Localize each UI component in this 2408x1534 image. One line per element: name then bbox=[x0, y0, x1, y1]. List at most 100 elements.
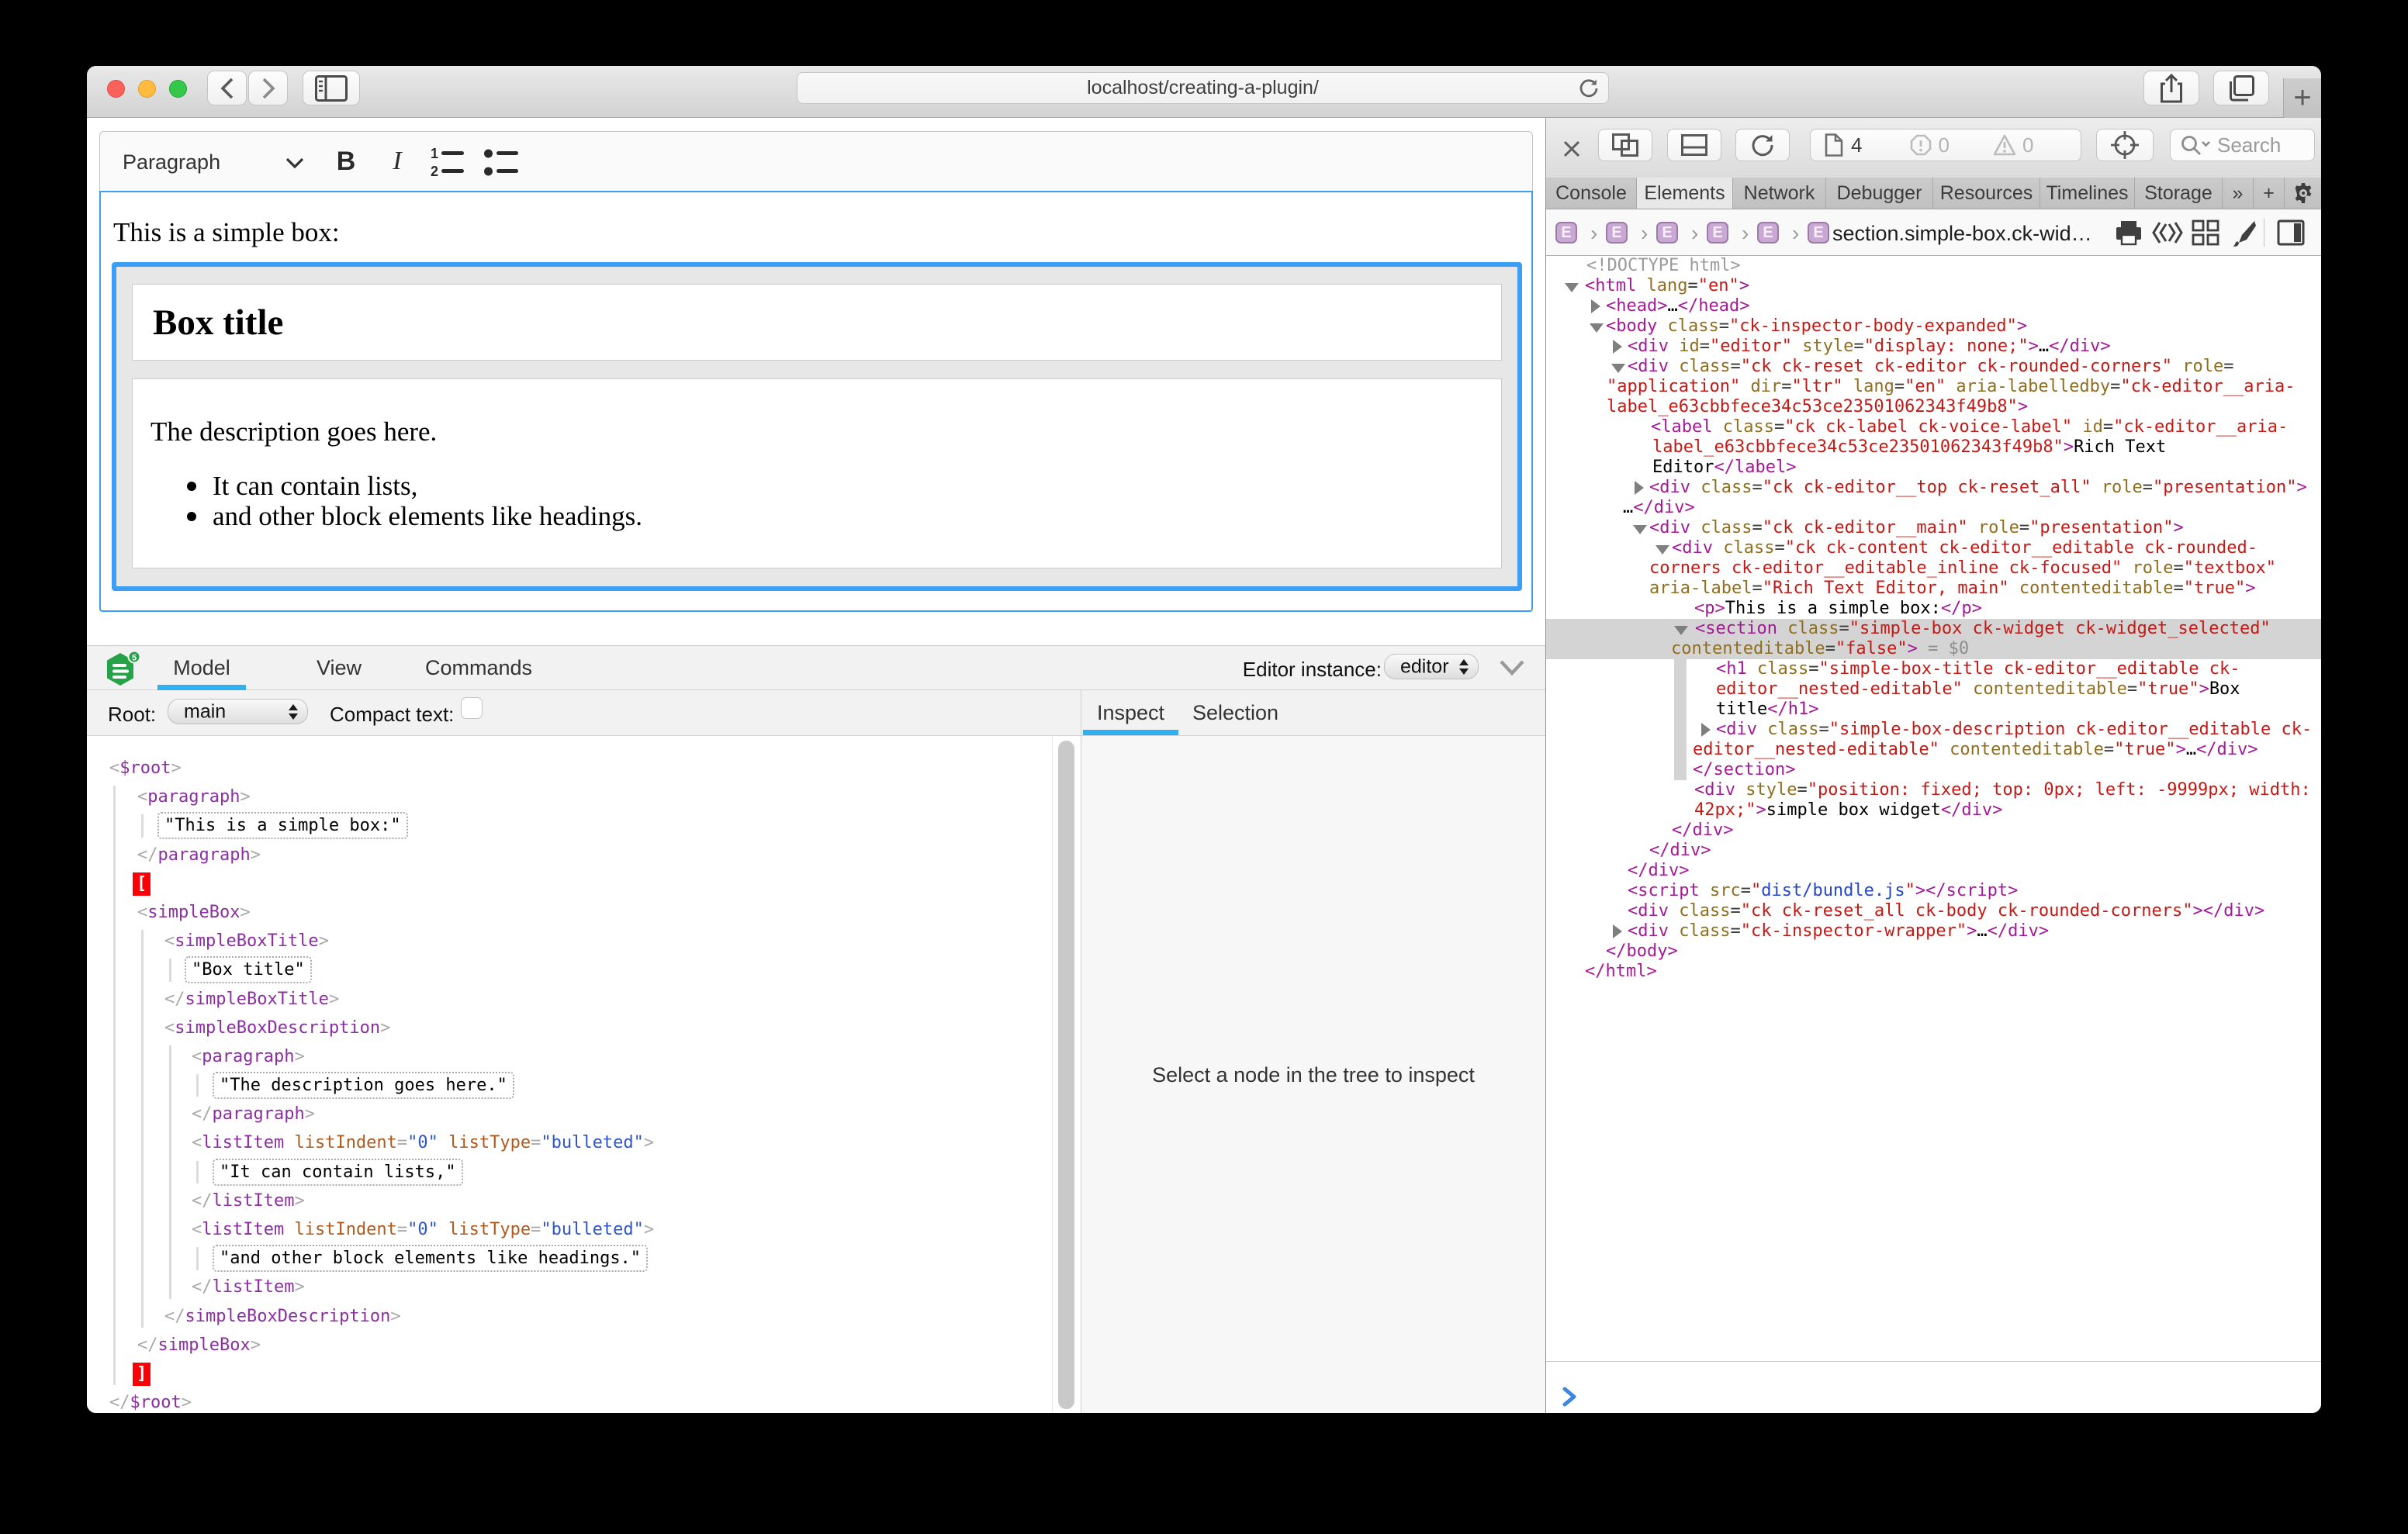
code-line[interactable]: "The description goes here." bbox=[87, 1071, 1052, 1100]
dom-tree[interactable]: <!DOCTYPE html><html lang="en"><head>…</… bbox=[1546, 256, 2321, 1361]
paintbrush-icon[interactable] bbox=[2231, 219, 2258, 247]
code-line[interactable]: <body class="ck-inspector-body-expanded"… bbox=[1546, 316, 2321, 337]
model-tree-scrollbar[interactable] bbox=[1052, 736, 1080, 1413]
inspector-reload-button[interactable] bbox=[1735, 129, 1790, 161]
code-line[interactable]: <div class="ck-inspector-wrapper">…</div… bbox=[1546, 921, 2321, 941]
simple-box-description[interactable]: The description goes here. It can contai… bbox=[132, 378, 1502, 568]
source-code-icon[interactable] bbox=[2152, 219, 2183, 246]
code-line[interactable]: <div class="ck ck-editor__top ck-reset_a… bbox=[1546, 478, 2321, 498]
console-prompt[interactable] bbox=[1546, 1361, 2321, 1413]
triangle-down-icon[interactable] bbox=[1656, 545, 1669, 555]
code-line[interactable]: </listItem> bbox=[87, 1187, 1052, 1215]
print-icon[interactable] bbox=[2115, 219, 2143, 246]
breadcrumb-element-badge[interactable]: E bbox=[1555, 222, 1577, 244]
code-line[interactable]: <p>This is a simple box:</p> bbox=[1546, 599, 2321, 619]
code-line[interactable]: <listItem listIndent="0" listType="bulle… bbox=[87, 1128, 1052, 1157]
code-line[interactable]: <h1 class="simple-box-title ck-editor__e… bbox=[1546, 659, 2321, 679]
inspector-search-field[interactable]: Search bbox=[2170, 129, 2315, 161]
code-line[interactable]: <head>…</head> bbox=[1546, 296, 2321, 316]
triangle-right-icon[interactable] bbox=[1613, 924, 1622, 938]
triangle-down-icon[interactable] bbox=[1633, 525, 1647, 534]
code-line[interactable]: …</div> bbox=[1546, 498, 2321, 518]
forward-button[interactable] bbox=[248, 71, 288, 105]
tab-overview-button[interactable] bbox=[2213, 71, 2269, 105]
breadcrumb-element-badge[interactable]: E bbox=[1707, 222, 1728, 244]
code-line[interactable]: "It can contain lists," bbox=[87, 1158, 1052, 1187]
undock-button[interactable] bbox=[1598, 129, 1652, 161]
collapse-inspector-button[interactable] bbox=[1499, 659, 1525, 676]
breadcrumb-element-badge[interactable]: E bbox=[1757, 222, 1779, 244]
triangle-right-icon[interactable] bbox=[1591, 299, 1600, 313]
code-line[interactable]: label_e63cbbfece34c53ce23501062343f49b8"… bbox=[1546, 437, 2321, 458]
editor-content[interactable]: This is a simple box: Box title The desc… bbox=[99, 191, 1533, 612]
code-line[interactable]: <script src="dist/bundle.js"></script> bbox=[1546, 881, 2321, 901]
code-line[interactable]: <div id="editor" style="display: none;">… bbox=[1546, 337, 2321, 357]
reload-button[interactable] bbox=[1577, 77, 1600, 104]
close-inspector-icon[interactable] bbox=[1562, 139, 1582, 159]
new-tab-button[interactable]: + bbox=[2283, 78, 2321, 118]
tab-selection[interactable]: Selection bbox=[1190, 690, 1281, 735]
url-field[interactable]: localhost/creating-a-plugin/ bbox=[797, 72, 1609, 104]
code-line[interactable]: </listItem> bbox=[87, 1273, 1052, 1301]
paragraph-dropdown[interactable]: Paragraph bbox=[123, 150, 220, 174]
code-line[interactable]: <simpleBox> bbox=[87, 898, 1052, 927]
model-tree[interactable]: <$root><paragraph>"This is a simple box:… bbox=[87, 736, 1052, 1413]
inspector-tab-timelines[interactable]: Timelines bbox=[2040, 178, 2135, 209]
code-line[interactable]: editor__nested-editable" contenteditable… bbox=[1546, 679, 2321, 700]
breadcrumb-element-badge[interactable]: E bbox=[1808, 222, 1829, 244]
code-line[interactable]: contenteditable="false"> = $0 bbox=[1546, 639, 2321, 659]
code-line[interactable]: aria-label="Rich Text Editor, main" cont… bbox=[1546, 579, 2321, 599]
editor-instance-select[interactable]: editor bbox=[1384, 654, 1479, 679]
code-line[interactable]: <simpleBoxTitle> bbox=[87, 927, 1052, 955]
back-button[interactable] bbox=[207, 71, 247, 105]
code-line[interactable]: <div class="simple-box-description ck-ed… bbox=[1546, 720, 2321, 740]
compact-text-checkbox[interactable] bbox=[461, 697, 483, 719]
close-window-button[interactable] bbox=[107, 80, 125, 98]
code-line[interactable]: </div> bbox=[1546, 841, 2321, 861]
bold-button[interactable]: B bbox=[325, 140, 367, 182]
details-sidebar-icon[interactable] bbox=[2277, 219, 2305, 246]
italic-button[interactable]: I bbox=[376, 140, 418, 182]
code-line[interactable]: <$root> bbox=[87, 754, 1052, 783]
triangle-down-icon[interactable] bbox=[1611, 364, 1625, 373]
code-line[interactable]: </$root> bbox=[87, 1388, 1052, 1413]
code-line[interactable]: corners ck-editor__editable_inline ck-fo… bbox=[1546, 558, 2321, 579]
code-line[interactable]: Editor</label> bbox=[1546, 458, 2321, 478]
resource-counters[interactable]: 4 0 0 bbox=[1810, 129, 2081, 161]
code-line[interactable]: "and other block elements like headings.… bbox=[87, 1244, 1052, 1273]
sidebar-toggle-button[interactable] bbox=[303, 71, 360, 105]
tab-inspect[interactable]: Inspect bbox=[1083, 690, 1178, 735]
triangle-right-icon[interactable] bbox=[1701, 723, 1711, 737]
simple-box-title[interactable]: Box title bbox=[132, 284, 1502, 361]
code-line[interactable]: <paragraph> bbox=[87, 1042, 1052, 1071]
triangle-down-icon[interactable] bbox=[1674, 626, 1688, 635]
triangle-right-icon[interactable] bbox=[1635, 481, 1644, 495]
code-line[interactable]: ] bbox=[87, 1360, 1052, 1388]
grid-overlay-icon[interactable] bbox=[2192, 219, 2219, 246]
code-line[interactable]: </html> bbox=[1546, 962, 2321, 982]
code-line[interactable]: <div class="ck ck-content ck-editor__edi… bbox=[1546, 538, 2321, 558]
zoom-window-button[interactable] bbox=[169, 80, 187, 98]
triangle-down-icon[interactable] bbox=[1565, 283, 1579, 292]
root-select[interactable]: main bbox=[168, 699, 308, 724]
triangle-right-icon[interactable] bbox=[1613, 340, 1622, 354]
tab-model[interactable]: Model bbox=[157, 646, 246, 689]
more-tabs-button[interactable]: » bbox=[2223, 178, 2254, 209]
code-line[interactable]: <div class="ck ck-editor__main" role="pr… bbox=[1546, 518, 2321, 538]
code-line[interactable]: </div> bbox=[1546, 861, 2321, 881]
inspector-settings-tab[interactable] bbox=[2285, 178, 2321, 209]
inspector-tab-storage[interactable]: Storage bbox=[2135, 178, 2223, 209]
code-line[interactable]: "Box title" bbox=[87, 955, 1052, 984]
code-line[interactable]: <div style="position: fixed; top: 0px; l… bbox=[1546, 780, 2321, 800]
simple-box-widget[interactable]: Box title The description goes here. It … bbox=[112, 262, 1522, 591]
code-line[interactable]: </body> bbox=[1546, 941, 2321, 962]
code-line[interactable]: <div class="ck ck-reset_all ck-body ck-r… bbox=[1546, 901, 2321, 921]
minimize-window-button[interactable] bbox=[138, 80, 156, 98]
share-button[interactable] bbox=[2143, 71, 2199, 105]
code-line[interactable]: </paragraph> bbox=[87, 1100, 1052, 1128]
code-line[interactable]: </simpleBox> bbox=[87, 1331, 1052, 1360]
breadcrumb-element-badge[interactable]: E bbox=[1606, 222, 1628, 244]
inspector-tab-network[interactable]: Network bbox=[1733, 178, 1826, 209]
code-line[interactable]: [ bbox=[87, 869, 1052, 898]
code-line[interactable]: <listItem listIndent="0" listType="bulle… bbox=[87, 1215, 1052, 1244]
